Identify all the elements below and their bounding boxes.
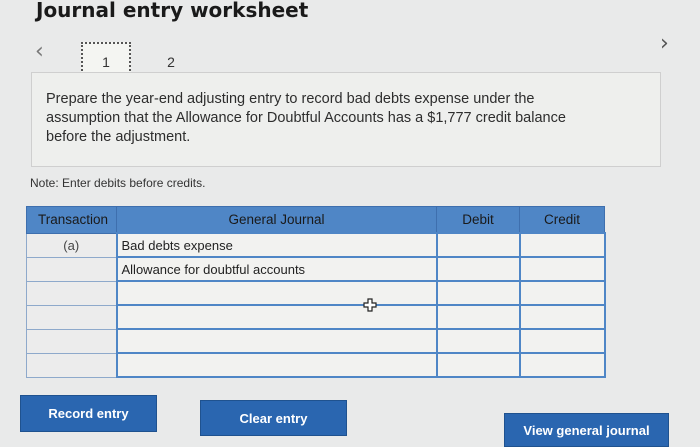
account-cell[interactable] xyxy=(115,304,438,330)
chevron-right-icon[interactable]: › xyxy=(660,33,669,55)
transaction-cell[interactable]: (a) xyxy=(26,232,117,258)
debit-cell[interactable] xyxy=(435,304,521,330)
journal-header-row: Transaction General Journal Debit Credit xyxy=(26,206,605,234)
header-credit: Credit xyxy=(519,206,605,234)
account-text xyxy=(118,310,122,325)
credit-cell[interactable] xyxy=(518,280,606,306)
account-cell[interactable] xyxy=(115,328,438,354)
table-row xyxy=(26,352,606,378)
journal-table: Transaction General Journal Debit Credit… xyxy=(26,206,606,378)
credit-cell[interactable] xyxy=(518,256,606,282)
account-text xyxy=(118,334,122,349)
transaction-cell[interactable] xyxy=(26,328,117,354)
prompt-box: Prepare the year-end adjusting entry to … xyxy=(31,72,661,167)
debit-cell[interactable] xyxy=(435,280,521,306)
move-cursor-icon xyxy=(363,298,377,312)
debit-cell[interactable] xyxy=(435,328,521,354)
account-cell[interactable]: Bad debts expense xyxy=(115,232,438,258)
debit-cell[interactable] xyxy=(435,256,521,282)
page-title: Journal entry worksheet xyxy=(36,0,309,22)
header-debit: Debit xyxy=(436,206,520,234)
credit-cell[interactable] xyxy=(518,352,606,378)
header-general-journal: General Journal xyxy=(116,206,437,234)
account-cell[interactable]: Allowance for doubtful accounts xyxy=(115,256,438,282)
table-row xyxy=(26,304,606,330)
transaction-cell[interactable] xyxy=(26,352,117,378)
debit-cell[interactable] xyxy=(435,352,521,378)
view-general-journal-button[interactable]: View general journal xyxy=(504,413,669,447)
transaction-cell[interactable] xyxy=(26,256,117,282)
account-text xyxy=(118,286,122,301)
debit-cell[interactable] xyxy=(435,232,521,258)
table-row: Allowance for doubtful accounts xyxy=(26,256,606,282)
account-cell[interactable] xyxy=(115,280,438,306)
prompt-text: Prepare the year-end adjusting entry to … xyxy=(46,91,566,145)
account-text: Bad debts expense xyxy=(121,237,233,253)
record-entry-button[interactable]: Record entry xyxy=(20,395,157,432)
account-cell[interactable] xyxy=(115,352,438,378)
clear-entry-button[interactable]: Clear entry xyxy=(200,400,347,436)
account-text xyxy=(118,358,122,373)
note-text: Note: Enter debits before credits. xyxy=(30,176,206,190)
table-row xyxy=(26,328,606,354)
transaction-cell[interactable] xyxy=(26,304,117,330)
credit-cell[interactable] xyxy=(518,328,606,354)
table-row: (a) Bad debts expense xyxy=(26,232,606,258)
header-transaction: Transaction xyxy=(26,206,117,234)
credit-cell[interactable] xyxy=(518,232,606,258)
credit-cell[interactable] xyxy=(518,304,606,330)
chevron-left-icon[interactable]: ‹ xyxy=(35,41,44,63)
transaction-cell[interactable] xyxy=(26,280,117,306)
account-text: Allowance for doubtful accounts xyxy=(121,261,306,277)
table-row xyxy=(26,280,606,306)
